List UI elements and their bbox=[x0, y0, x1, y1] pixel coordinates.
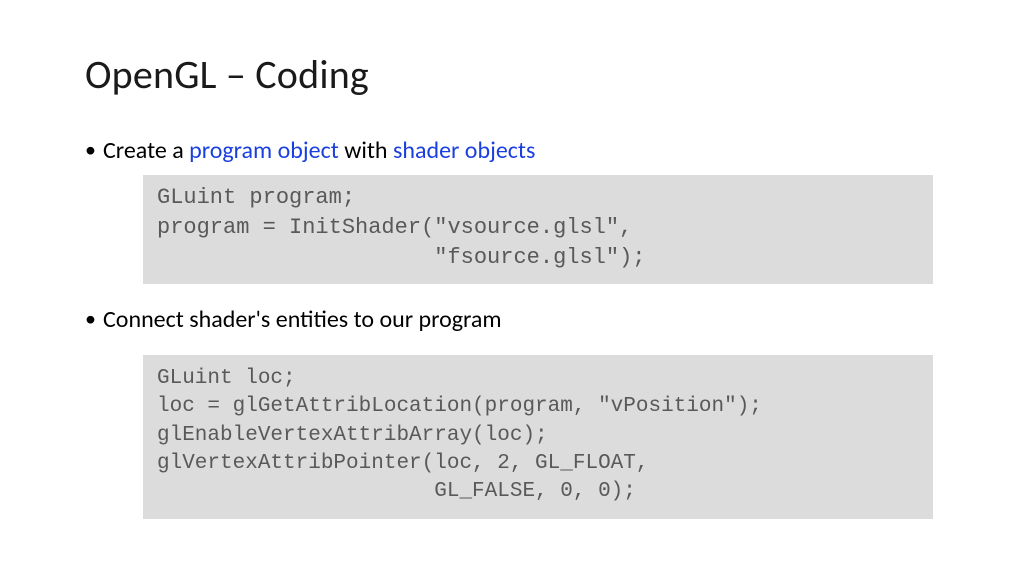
bullet-item-2: Connect shader's entities to our program bbox=[85, 304, 954, 336]
bullet-list-2: Connect shader's entities to our program bbox=[85, 304, 954, 336]
slide: OpenGL – Coding Create a program object … bbox=[0, 0, 1024, 569]
bullet1-mid: with bbox=[339, 136, 393, 165]
bullet-item-1: Create a program object with shader obje… bbox=[85, 135, 954, 167]
slide-title: OpenGL – Coding bbox=[85, 50, 954, 99]
bullet1-kw1: program object bbox=[189, 136, 339, 165]
bullet-list: Create a program object with shader obje… bbox=[85, 135, 954, 167]
bullet1-kw2: shader objects bbox=[393, 136, 535, 165]
code-block-2: GLuint loc; loc = glGetAttribLocation(pr… bbox=[143, 355, 933, 519]
code-block-1: GLuint program; program = InitShader("vs… bbox=[143, 175, 933, 284]
bullet1-pre: Create a bbox=[103, 136, 189, 165]
